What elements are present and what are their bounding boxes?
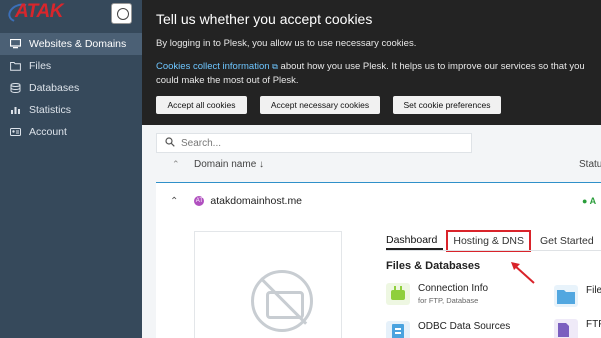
domain-avatar: AT: [194, 196, 205, 206]
database-icon: [10, 83, 21, 93]
tool-odbc[interactable]: ODBC Data Sources: [386, 321, 510, 338]
sidebar-item-databases[interactable]: Databases: [0, 77, 142, 99]
site-preview[interactable]: [194, 231, 342, 338]
cookies-info-link[interactable]: Cookies collect information ⧉: [156, 61, 278, 72]
tool-title: Files: [586, 285, 601, 296]
tab-get-started[interactable]: Get Started: [534, 232, 600, 250]
section-title: Files & Databases: [386, 260, 481, 272]
cookie-text: By logging in to Plesk, you allow us to …: [156, 38, 417, 49]
sort-icon[interactable]: ⌃: [172, 159, 186, 170]
bar-chart-icon: [10, 105, 21, 115]
sidebar-item-label: Account: [29, 126, 67, 138]
tool-ftp[interactable]: FTP: [554, 319, 601, 338]
cookie-title: Tell us whether you accept cookies: [156, 11, 373, 27]
annotation-arrow-icon: [511, 262, 535, 284]
tab-dashboard[interactable]: Dashboard: [386, 232, 444, 250]
sidebar-item-files[interactable]: Files: [0, 55, 142, 77]
table-header: ⌃ Domain name ↓ Status: [156, 155, 601, 173]
folder-icon: [554, 285, 578, 307]
cookies-info-link-label: Cookies collect information: [156, 61, 270, 72]
search-input[interactable]: [181, 137, 461, 149]
tool-title: ODBC Data Sources: [418, 321, 511, 332]
badge-icon: [111, 3, 132, 24]
odbc-icon: [386, 321, 410, 338]
collapse-chevron-icon[interactable]: ⌃: [170, 196, 178, 207]
cookie-preferences-button[interactable]: Set cookie preferences: [393, 96, 501, 114]
cookie-banner: Tell us whether you accept cookies By lo…: [142, 0, 601, 125]
cookie-text-details: Cookies collect information ⧉ about how …: [156, 60, 587, 88]
logo-text: ATAK: [15, 1, 63, 22]
sidebar-item-label: Files: [29, 60, 52, 72]
sidebar-item-label: Statistics: [29, 104, 72, 116]
sidebar-item-statistics[interactable]: Statistics: [0, 99, 142, 121]
sidebar-item-account[interactable]: Account: [0, 121, 142, 143]
tool-subtitle: for FTP, Database: [418, 296, 479, 305]
search-icon: [165, 136, 175, 150]
folder-icon: [10, 61, 21, 71]
sidebar-item-label: Websites & Domains: [29, 38, 127, 50]
monitor-icon: [10, 39, 21, 49]
domain-name-link[interactable]: atakdomainhost.me: [210, 195, 302, 207]
status-badge: ● A: [582, 196, 597, 206]
tool-files[interactable]: Files: [554, 285, 601, 307]
logo[interactable]: ATAK: [0, 0, 142, 30]
connection-icon: [386, 283, 410, 305]
tabs-divider: [386, 250, 601, 251]
tool-connection-info[interactable]: Connection Info for FTP, Database: [386, 283, 488, 305]
id-card-icon: [10, 127, 21, 137]
accept-all-cookies-button[interactable]: Accept all cookies: [156, 96, 247, 114]
search-box[interactable]: [156, 133, 472, 153]
no-preview-camera-icon: [251, 270, 313, 332]
sidebar-item-label: Databases: [29, 82, 80, 94]
accept-necessary-cookies-button[interactable]: Accept necessary cookies: [260, 96, 380, 114]
ftp-icon: [554, 319, 578, 338]
column-domain-name[interactable]: Domain name ↓: [194, 159, 264, 170]
sidebar-item-websites-domains[interactable]: Websites & Domains: [0, 33, 142, 55]
tool-title: Connection Info: [418, 283, 489, 294]
column-status[interactable]: Status: [579, 159, 601, 170]
domain-tabs: Dashboard Hosting & DNS Get Started: [386, 230, 600, 252]
tool-title: FTP: [586, 319, 601, 330]
tab-hosting-dns[interactable]: Hosting & DNS: [446, 230, 531, 252]
sidebar: ATAK Websites & Domains Files Databases: [0, 0, 142, 338]
